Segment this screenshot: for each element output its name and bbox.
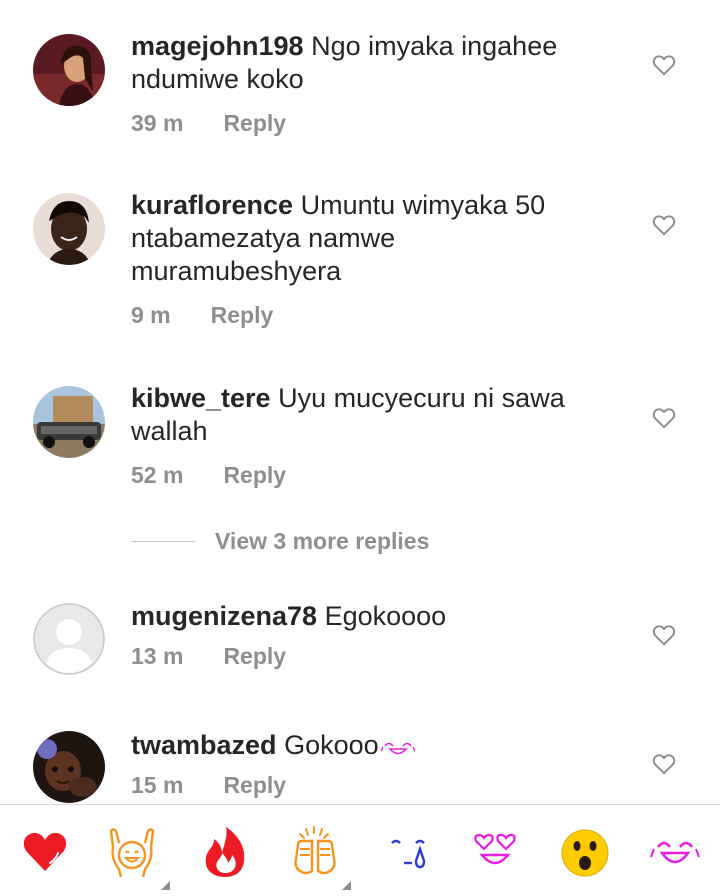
comment-time: 15 m bbox=[131, 772, 184, 798]
heart-outline-icon[interactable] bbox=[651, 405, 677, 431]
avatar[interactable] bbox=[33, 34, 105, 106]
view-more-replies[interactable]: View 3 more replies bbox=[131, 528, 429, 555]
reply-button[interactable]: Reply bbox=[223, 110, 286, 137]
red-heart-icon[interactable] bbox=[20, 825, 70, 879]
comment-text: kuraflorence Umuntu wimyaka 50 ntabameza… bbox=[131, 189, 611, 288]
comment-time: 9 m bbox=[131, 302, 171, 328]
comment-text: magejohn198 Ngo imyaka ingahee ndumiwe k… bbox=[131, 30, 611, 96]
clapping-hands-icon[interactable] bbox=[290, 825, 340, 879]
heart-outline-icon[interactable] bbox=[651, 622, 677, 648]
reply-button[interactable]: Reply bbox=[223, 462, 286, 489]
reply-button[interactable]: Reply bbox=[223, 643, 286, 670]
comment-time: 13 m bbox=[131, 643, 184, 669]
comment-text: mugenizena78 Egokoooo bbox=[131, 600, 611, 633]
comment-username[interactable]: mugenizena78 bbox=[131, 601, 317, 631]
comment-body: Gokooo bbox=[284, 730, 379, 760]
reply-button[interactable]: Reply bbox=[211, 302, 274, 329]
laughing-face-icon[interactable] bbox=[650, 825, 700, 879]
raising-hands-icon[interactable] bbox=[107, 825, 157, 879]
avatar[interactable] bbox=[33, 603, 105, 675]
avatar[interactable] bbox=[33, 386, 105, 458]
heart-outline-icon[interactable] bbox=[651, 212, 677, 238]
comment-body: Egokoooo bbox=[324, 601, 447, 631]
comment-time: 52 m bbox=[131, 462, 184, 488]
view-more-divider bbox=[131, 541, 195, 542]
comment-time: 39 m bbox=[131, 110, 184, 136]
astonished-face-icon[interactable] bbox=[560, 825, 610, 879]
comment-username[interactable]: twambazed bbox=[131, 730, 277, 760]
comment-username[interactable]: kibwe_tere bbox=[131, 383, 271, 413]
comment-text: twambazed Gokooo bbox=[131, 729, 611, 762]
heart-outline-icon[interactable] bbox=[651, 751, 677, 777]
heart-outline-icon[interactable] bbox=[651, 52, 677, 78]
fire-icon[interactable] bbox=[200, 825, 250, 879]
comment-username[interactable]: magejohn198 bbox=[131, 31, 304, 61]
heart-eyes-icon[interactable] bbox=[470, 825, 520, 879]
view-more-label[interactable]: View 3 more replies bbox=[215, 528, 429, 555]
avatar[interactable] bbox=[33, 731, 105, 803]
skin-tone-indicator bbox=[161, 881, 170, 890]
emoji-reaction-bar bbox=[0, 804, 720, 896]
crying-face-icon[interactable] bbox=[386, 825, 436, 879]
skin-tone-indicator bbox=[342, 881, 351, 890]
comment-username[interactable]: kuraflorence bbox=[131, 190, 293, 220]
comment-text: kibwe_tere Uyu mucyecuru ni sawa wallah bbox=[131, 382, 611, 448]
avatar[interactable] bbox=[33, 193, 105, 265]
laughing-face-icon bbox=[380, 742, 416, 755]
reply-button[interactable]: Reply bbox=[223, 772, 286, 799]
